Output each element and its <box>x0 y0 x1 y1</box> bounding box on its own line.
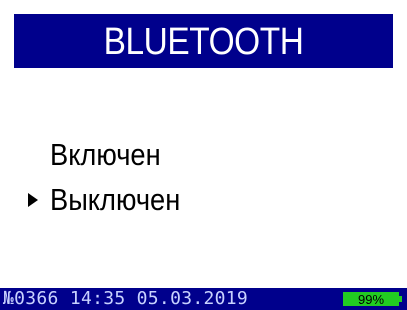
menu-item-disabled[interactable]: Выключен <box>14 177 393 222</box>
battery-terminal-icon <box>399 296 402 302</box>
battery-level: 99% <box>357 291 385 307</box>
status-time: 14:35 <box>69 288 126 309</box>
device-screen: BLUETOOTH Включен Выключен №0366 14:35 0… <box>0 0 407 310</box>
status-date: 05.03.2019 <box>136 288 249 309</box>
menu-list: Включен Выключен <box>14 132 393 222</box>
menu-item-label: Выключен <box>50 182 181 217</box>
header-bar: BLUETOOTH <box>14 14 393 68</box>
menu-item-enabled[interactable]: Включен <box>14 132 393 177</box>
status-info: №0366 14:35 05.03.2019 <box>3 289 248 309</box>
battery-indicator: 99% <box>343 292 399 306</box>
device-number: №0366 <box>3 288 59 309</box>
menu-item-label: Включен <box>50 137 161 172</box>
page-title: BLUETOOTH <box>103 20 304 63</box>
selection-cursor-icon <box>28 192 38 207</box>
